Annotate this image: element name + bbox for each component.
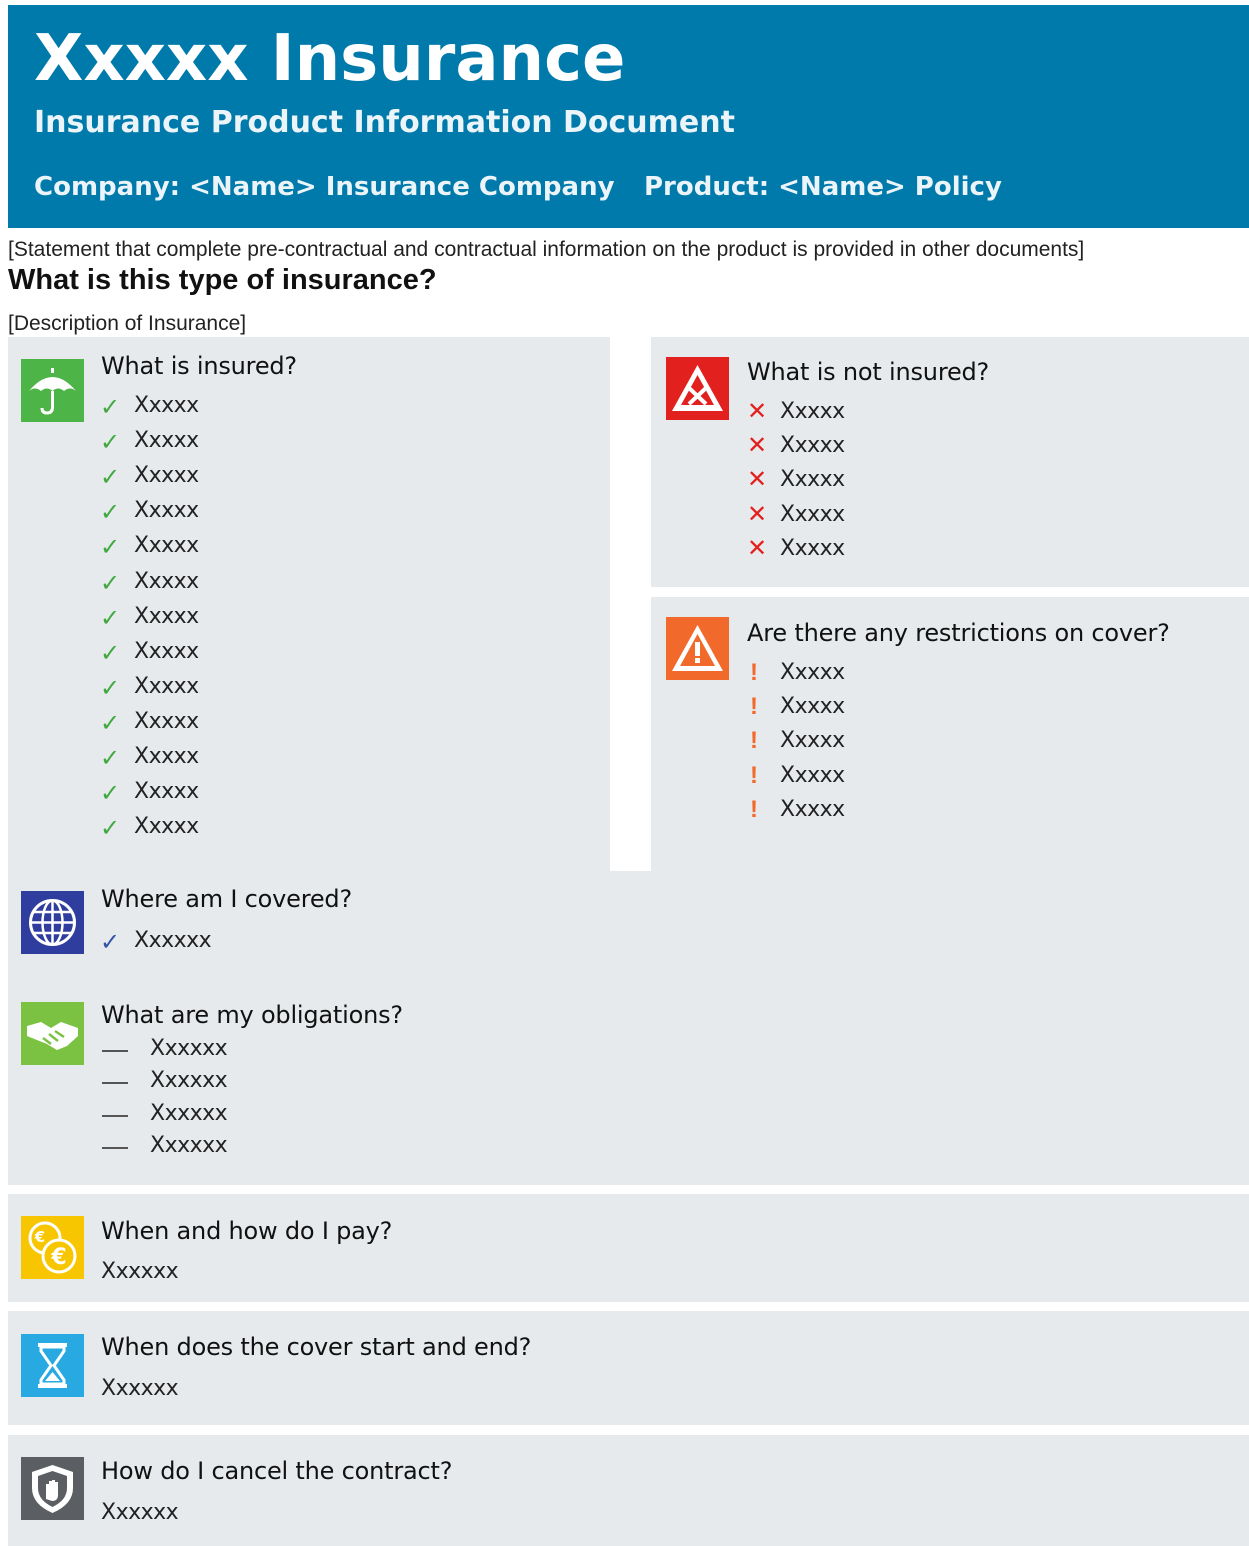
svg-text:€: € [34, 1228, 45, 1246]
globe-icon [21, 891, 84, 954]
list-item: Xxxxx [780, 433, 845, 459]
cross-icon: ✕ [747, 534, 768, 562]
cross-icon: ✕ [747, 466, 768, 494]
check-icon: ✓ [100, 604, 121, 632]
check-icon: ✓ [100, 569, 121, 597]
euro-coins-icon: € € [21, 1216, 84, 1279]
type-question-heading: What is this type of insurance? [8, 264, 437, 296]
handshake-icon [21, 1002, 84, 1065]
dash-icon [102, 1114, 128, 1117]
warning-exclamation-icon [666, 617, 729, 680]
check-icon: ✓ [100, 639, 121, 667]
hourglass-icon [21, 1334, 84, 1397]
list-item: Xxxxx [134, 744, 199, 769]
company-name: Company: <Name> Insurance Company [34, 172, 615, 202]
not-insured-panel: What is not insured? ✕ Xxxxx ✕ Xxxxx ✕ Xxxxx ✕… [651, 337, 1249, 587]
cover-period-panel: When does the cover start and end? Xxxxx… [8, 1311, 1249, 1425]
cancel-panel: How do I cancel the contract? Xxxxxx [8, 1435, 1249, 1546]
list-item: Xxxxx [780, 467, 845, 493]
dash-icon [102, 1050, 128, 1052]
list-item: Xxxxx [134, 533, 199, 559]
dash-icon [102, 1082, 128, 1085]
header-banner: Xxxxx Insurance Insurance Product Inform… [8, 5, 1249, 228]
obligations-title: What are my obligations? [101, 1001, 403, 1029]
list-item: Xxxxxx [150, 1068, 228, 1094]
check-icon: ✓ [100, 709, 121, 737]
dash-icon [102, 1146, 128, 1149]
list-item: Xxxxx [780, 728, 845, 754]
check-icon: ✓ [100, 429, 121, 457]
cross-icon: ✕ [747, 500, 768, 528]
cross-icon: ✕ [747, 432, 768, 460]
document-subtitle: Insurance Product Information Document [34, 105, 735, 140]
list-item: Xxxxx [780, 762, 845, 788]
insured-panel: What is insured? ✓ Xxxxx ✓ Xxxxx ✓ Xxxxx ✓ Xxxx… [8, 337, 610, 871]
list-item: Xxxxx [780, 535, 845, 561]
cover-period-title: When does the cover start and end? [101, 1333, 532, 1361]
exclamation-icon: ! [750, 795, 758, 823]
warning-cross-icon [666, 357, 729, 420]
list-item: Xxxxx [134, 428, 199, 454]
list-item: Xxxxx [134, 708, 199, 734]
check-icon: ✓ [100, 815, 121, 843]
covered-title: Where am I covered? [101, 885, 352, 913]
payment-text: Xxxxxx [101, 1259, 179, 1284]
list-item: Xxxxx [134, 779, 199, 805]
check-icon: ✓ [100, 464, 121, 492]
svg-text:€: € [50, 1245, 66, 1270]
cancel-text: Xxxxxx [101, 1500, 179, 1525]
list-item: Xxxxxx [150, 1100, 228, 1126]
check-icon: ✓ [100, 780, 121, 808]
umbrella-icon [21, 359, 84, 422]
not-insured-title: What is not insured? [747, 358, 990, 386]
exclamation-icon: ! [750, 761, 758, 789]
exclamation-icon: ! [750, 659, 758, 686]
restrictions-title: Are there any restrictions on cover? [747, 619, 1170, 647]
check-icon: ✓ [100, 534, 121, 562]
list-item: Xxxxx [780, 660, 845, 685]
list-item: Xxxxx [134, 463, 199, 489]
statement-text: [Statement that complete pre-contractual… [8, 238, 1085, 261]
payment-panel: € € When and how do I pay? Xxxxxx [8, 1194, 1249, 1302]
list-item: Xxxxx [134, 638, 199, 664]
list-item: Xxxxx [134, 393, 199, 418]
cross-icon: ✕ [747, 398, 768, 425]
list-item: Xxxxxx [150, 1036, 228, 1061]
cancel-title: How do I cancel the contract? [101, 1457, 453, 1485]
insured-title: What is insured? [101, 352, 297, 380]
list-item: Xxxxx [134, 498, 199, 524]
check-icon: ✓ [100, 674, 121, 702]
product-name: Product: <Name> Policy [644, 172, 1002, 202]
list-item: Xxxxx [780, 501, 845, 527]
list-item: Xxxxx [134, 603, 199, 629]
list-item: Xxxxx [134, 673, 199, 699]
shield-hand-icon [21, 1457, 84, 1520]
check-icon: ✓ [100, 499, 121, 527]
payment-title: When and how do I pay? [101, 1217, 393, 1245]
check-icon: ✓ [100, 745, 121, 772]
description-text: [Description of Insurance] [8, 312, 247, 335]
list-item: Xxxxx [134, 568, 199, 594]
list-item: Xxxxx [134, 814, 199, 840]
list-item: Xxxxx [780, 399, 845, 424]
check-icon: ✓ [100, 394, 121, 421]
exclamation-icon: ! [750, 727, 758, 755]
document-title: Xxxxx Insurance [34, 22, 626, 96]
list-item: Xxxxxx [150, 1132, 228, 1158]
list-item: Xxxxx [780, 796, 845, 822]
coverage-obligations-panel: Where am I covered? ✓ Xxxxxx What are my… [8, 871, 1249, 1185]
restrictions-panel: Are there any restrictions on cover? ! Xx… [651, 597, 1249, 871]
list-item: Xxxxx [780, 694, 845, 720]
cover-period-text: Xxxxxx [101, 1376, 179, 1401]
covered-item: Xxxxxx [134, 928, 212, 953]
exclamation-icon: ! [750, 693, 758, 721]
check-icon: ✓ [100, 929, 121, 956]
